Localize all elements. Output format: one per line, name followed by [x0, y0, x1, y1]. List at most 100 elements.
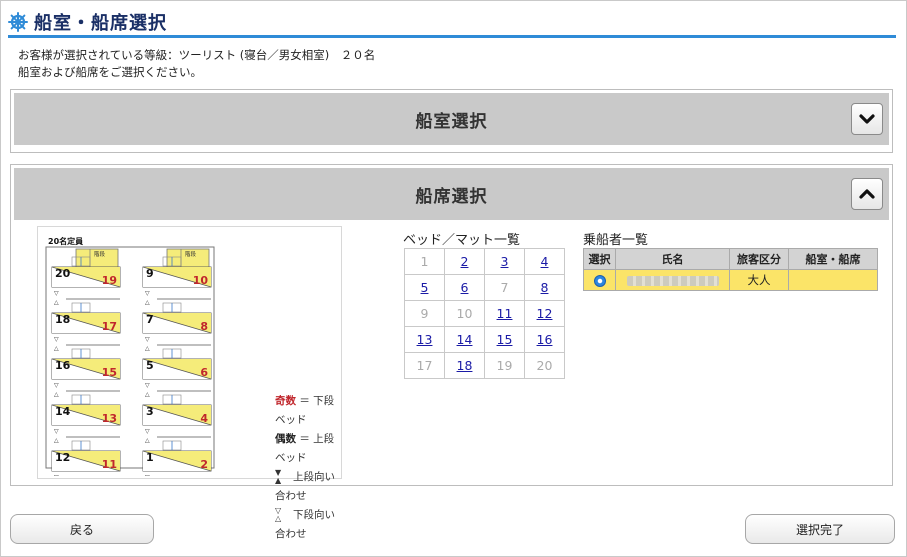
bed-cell-14[interactable]: 14 — [444, 326, 485, 353]
bed-link-12[interactable]: 12 — [537, 306, 553, 321]
seat-number-upper: 16 — [55, 359, 71, 372]
seat-map-legend: 奇数 ＝ 下段ベッド 偶数 ＝ 上段ベッド ▼ ▲ 上段向い合わせ ▽ △ 下段向い合わ… — [275, 392, 341, 544]
facing-marker: ▽ — [54, 474, 59, 476]
bed-link-8[interactable]: 8 — [541, 280, 549, 295]
facing-marker: ▽ — [145, 336, 150, 343]
selection-info: お客様が選択されている等級：ツーリスト (寝台／男女相室) ２０名 船室および船… — [18, 47, 375, 81]
bed-cell-15[interactable]: 15 — [484, 326, 525, 353]
seat-number-lower: 17 — [102, 320, 117, 333]
seat-number-lower: 13 — [102, 412, 117, 425]
page-title: 船室・船席選択 — [34, 13, 167, 34]
bed-link-3[interactable]: 3 — [501, 254, 509, 269]
cabin-panel-title: 船室選択 — [415, 111, 488, 132]
bed-cell-9: 9 — [404, 300, 445, 327]
seat-number-lower: 6 — [200, 366, 208, 379]
bed-cell-19: 19 — [484, 352, 525, 379]
bed-link-13[interactable]: 13 — [417, 332, 433, 347]
facing-marker: △ — [145, 437, 150, 444]
select-cell — [583, 269, 616, 291]
bed-link-11[interactable]: 11 — [497, 306, 513, 321]
bed-link-18[interactable]: 18 — [457, 358, 473, 373]
legend-lower-facing: ▽ △ 下段向い合わせ — [275, 506, 335, 541]
bed-cell-17: 17 — [404, 352, 445, 379]
seat-number-lower: 4 — [200, 412, 208, 425]
cabin-panel-toggle-button[interactable] — [851, 103, 883, 135]
facing-marker: ▽ — [145, 382, 150, 389]
bed-cell-8[interactable]: 8 — [524, 274, 565, 301]
bed-cell-13[interactable]: 13 — [404, 326, 445, 353]
col-category: 旅客区分 — [729, 248, 789, 270]
bed-cell-3[interactable]: 3 — [484, 248, 525, 275]
seat-panel: 船席選択 20名定員 階段 20 19 ▽ △ 18 17 ▽ △ 16 15 ▽ △ 14 13 ▽ △ 12 11… — [10, 164, 893, 540]
stairs-label: 階段 — [185, 250, 197, 258]
passenger-table-header: 選択 氏名 旅客区分 船室・船席 — [583, 248, 878, 270]
cabin-panel: 船室選択 — [10, 89, 893, 153]
cabin-panel-header[interactable]: 船室選択 — [14, 93, 889, 145]
passenger-select-radio[interactable] — [593, 274, 606, 287]
seat-panel-toggle-button[interactable] — [851, 178, 883, 210]
bed-cell-11[interactable]: 11 — [484, 300, 525, 327]
legend-even: 偶数 ＝ 上段ベッド — [275, 433, 335, 464]
seat-panel-header[interactable]: 船席選択 — [14, 168, 889, 220]
page-header: 船室・船席選択 — [8, 9, 896, 38]
legend-odd: 奇数 ＝ 下段ベッド — [275, 395, 335, 426]
facing-marker: △ — [54, 299, 59, 306]
redacted-name — [626, 275, 719, 286]
bed-cell-2[interactable]: 2 — [444, 248, 485, 275]
bed-link-16[interactable]: 16 — [537, 332, 553, 347]
bed-row: 9 10 11 12 — [404, 300, 565, 327]
seat-number-lower: 19 — [102, 274, 117, 287]
legend-upper-facing: ▼ ▲ 上段向い合わせ — [275, 468, 335, 503]
seat-number-lower: 15 — [102, 366, 117, 379]
facing-marker: ▽ — [145, 474, 150, 476]
bed-cell-12[interactable]: 12 — [524, 300, 565, 327]
capacity-label: 20名定員 — [48, 236, 83, 246]
seat-number-lower: 10 — [193, 274, 209, 287]
stairs-label: 階段 — [94, 250, 106, 258]
seat-number-lower: 2 — [200, 458, 208, 471]
seat-number-upper: 14 — [55, 405, 71, 418]
cabin-seat-map: 20名定員階段2019▽△1817▽△1615▽△1413▽△1211▽△階段9… — [37, 226, 342, 540]
col-select: 選択 — [583, 248, 616, 270]
seat-number-lower: 8 — [200, 320, 208, 333]
seat-number-upper: 7 — [146, 313, 154, 326]
seat-number-upper: 12 — [55, 451, 70, 464]
bed-link-14[interactable]: 14 — [457, 332, 473, 347]
back-button[interactable]: 戻る — [10, 514, 154, 544]
facing-marker: △ — [145, 299, 150, 306]
bed-cell-18[interactable]: 18 — [444, 352, 485, 379]
facing-marker: △ — [54, 391, 59, 398]
bed-row: 13 14 15 16 — [404, 326, 565, 353]
bed-link-4[interactable]: 4 — [541, 254, 549, 269]
facing-marker: ▽ — [54, 336, 59, 343]
seat-number-upper: 3 — [146, 405, 154, 418]
table-row[interactable]: 大人 — [583, 269, 878, 291]
col-seat: 船室・船席 — [788, 248, 878, 270]
facing-marker: △ — [145, 391, 150, 398]
bed-cell-20: 20 — [524, 352, 565, 379]
bed-link-15[interactable]: 15 — [497, 332, 513, 347]
chevron-down-icon — [859, 114, 875, 124]
bed-cell-16[interactable]: 16 — [524, 326, 565, 353]
bed-list-title: ベッド／マット一覧 — [403, 233, 521, 248]
seat-panel-title: 船席選択 — [415, 186, 488, 207]
passenger-table: 選択 氏名 旅客区分 船室・船席 大人 — [583, 248, 878, 291]
col-name: 氏名 — [615, 248, 730, 270]
seat-number-upper: 9 — [146, 267, 154, 280]
facing-marker: ▽ — [145, 290, 150, 297]
bed-cell-1: 1 — [404, 248, 445, 275]
bed-cell-4[interactable]: 4 — [524, 248, 565, 275]
seat-number-upper: 18 — [55, 313, 70, 326]
bed-link-5[interactable]: 5 — [421, 280, 429, 295]
bed-link-6[interactable]: 6 — [461, 280, 469, 295]
bed-cell-5[interactable]: 5 — [404, 274, 445, 301]
bed-link-2[interactable]: 2 — [461, 254, 469, 269]
chevron-up-icon — [859, 189, 875, 199]
bed-cell-7: 7 — [484, 274, 525, 301]
done-button[interactable]: 選択完了 — [745, 514, 895, 544]
seat-number-upper: 20 — [55, 267, 71, 280]
seat-number-upper: 5 — [146, 359, 154, 372]
facing-marker: ▽ — [145, 428, 150, 435]
seat-number-upper: 1 — [146, 451, 154, 464]
bed-cell-6[interactable]: 6 — [444, 274, 485, 301]
